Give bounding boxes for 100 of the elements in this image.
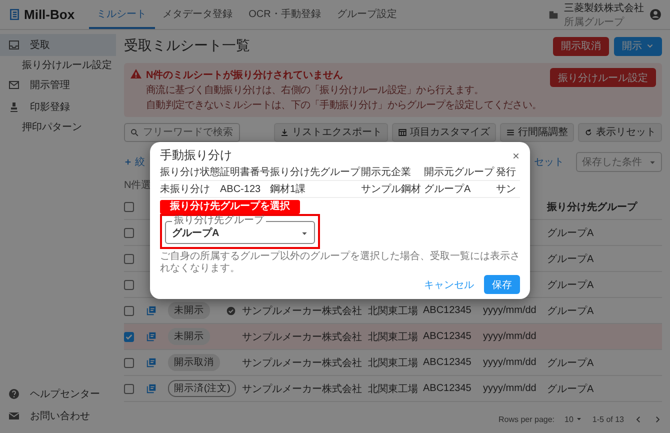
toolbar-button[interactable]: 表示リセット [578, 122, 662, 142]
disclose-button[interactable]: 開示 [614, 36, 662, 56]
cancel-disclosure-button[interactable]: 開示取消 [553, 36, 609, 56]
column-header: 振り分け先グループ [547, 200, 637, 214]
annotation-label: 振り分け先グループを選択 [160, 200, 300, 214]
table-cell-text: 北関東工場 [368, 382, 419, 396]
table-cell-text: yyyy/mm/dd [483, 305, 538, 316]
row-checkbox[interactable] [124, 228, 134, 238]
sidebar-item[interactable]: 印影登録 [0, 96, 116, 118]
rows-per-page-label: Rows per page: [498, 414, 555, 424]
help-icon [8, 388, 20, 400]
status-chip: 未開示 [168, 302, 210, 319]
table-cell-text: サンプルメーカー株式会社 [242, 304, 363, 318]
company-name: 三菱製鉄株式会社 [564, 2, 644, 14]
plus-icon [124, 158, 132, 166]
list-icon [506, 128, 515, 136]
building-icon [548, 9, 559, 20]
table-cell-text: グループA [547, 356, 595, 370]
table-cell-text: 北関東工場 [368, 304, 419, 318]
table-cell-text: グループA [547, 278, 595, 292]
table-cell-text: ABC12345 [423, 383, 472, 394]
table-cell-text: 北関東工場 [368, 356, 419, 370]
table-cell-text: グループA [547, 252, 595, 266]
page-range: 1-5 of 13 [592, 414, 624, 424]
selection-count: N件選 [124, 179, 152, 192]
column-header: 証明書番号 [220, 166, 270, 179]
row-checkbox[interactable] [124, 332, 134, 342]
app-logo: Mill-Box [8, 7, 75, 22]
toolbar-button[interactable]: 項目カスタマイズ [392, 122, 496, 142]
next-page-icon[interactable] [653, 414, 662, 424]
warning-text: 商流に基づく自動振り分けは、右側の「振り分けルール設定」から行えます。 [146, 84, 484, 97]
status-chip: 未開示 [168, 328, 210, 345]
row-checkbox[interactable] [124, 358, 134, 368]
table-cell-text: グループA [547, 226, 595, 240]
table-cell-text: yyyy/mm/dd [483, 357, 538, 368]
toolbar-button[interactable]: リストエクスポート [274, 122, 388, 142]
save-button[interactable]: 保存 [484, 275, 520, 294]
previous-page-icon[interactable] [634, 414, 643, 424]
add-filter-link[interactable]: 絞 [124, 155, 145, 169]
sidebar-subitem[interactable]: 振り分けルール設定 [0, 56, 116, 74]
table-cell-text: グループA [547, 382, 595, 396]
nav-tab[interactable]: OCR・手動登録 [240, 0, 329, 29]
nav-tab[interactable]: グループ設定 [328, 0, 405, 29]
rule-settings-button[interactable]: 振り分けルール設定 [550, 68, 656, 87]
table-icon [398, 128, 407, 136]
warning-text: 自動判定できないミルシートは、下の「手動振り分け」からグループを設定してください。 [146, 98, 542, 112]
reset-link[interactable]: セット [534, 155, 564, 169]
mail-icon [8, 79, 20, 91]
column-header: 振り分け先グループ [270, 166, 361, 179]
table-cell-text: サンプル鋼材 [361, 182, 422, 196]
column-header: 振り分け状態 [160, 166, 220, 179]
table-cell-text: ABC12345 [423, 331, 472, 342]
sidebar-item[interactable]: ヘルプセンター [0, 383, 116, 405]
table-cell-text: グループA [424, 182, 472, 196]
group-select[interactable]: 振り分け先グループ グループA [165, 216, 315, 244]
nav-tab[interactable]: ミルシート [88, 0, 155, 29]
download-icon [280, 128, 289, 136]
document-icon[interactable] [146, 383, 157, 394]
sidebar-item[interactable]: お問い合わせ [0, 405, 116, 427]
search-icon [130, 128, 139, 136]
refresh-icon [584, 128, 593, 136]
table-cell-text: サン [496, 183, 517, 196]
column-header: 発行 [496, 166, 517, 179]
account-icon[interactable] [649, 8, 662, 21]
warning-title: N件のミルシートが振り分けされていません [146, 68, 344, 82]
caret-icon [649, 158, 656, 166]
document-icon[interactable] [146, 305, 157, 316]
nav-tab[interactable]: メタデータ登録 [154, 0, 241, 29]
mail-icon [8, 410, 20, 422]
table-cell-text: サンプルメーカー株式会社 [242, 356, 363, 370]
sidebar-item[interactable]: 受取 [0, 34, 116, 56]
chevron-down-icon [646, 42, 654, 50]
row-checkbox[interactable] [124, 306, 134, 316]
saved-conditions-select[interactable]: 保存した条件 [576, 152, 662, 172]
table-cell-text: 鋼材1課 [270, 182, 307, 196]
sidebar-subitem[interactable]: 押印パターン [0, 118, 116, 136]
document-icon[interactable] [146, 357, 157, 368]
table-cell-text: yyyy/mm/dd [483, 383, 538, 394]
table-cell-text: ABC-123 [220, 184, 262, 194]
search-field[interactable]: フリーワードで検索 [124, 122, 240, 142]
close-button[interactable] [512, 152, 520, 160]
row-checkbox[interactable] [124, 254, 134, 264]
dialog-title: 手動振り分け [160, 147, 232, 164]
document-icon[interactable] [146, 331, 157, 342]
caret-icon [301, 230, 308, 236]
row-checkbox[interactable] [124, 384, 134, 394]
table-cell-text: 未振り分け [160, 182, 211, 196]
table-cell-text: yyyy/mm/dd [483, 331, 538, 342]
stamp-icon [8, 101, 20, 113]
cancel-button[interactable]: キャンセル [424, 278, 474, 292]
helper-text: ご自身の所属するグループ以外のグループを選択した場合、受取一覧には表示されなくなります。 [160, 251, 520, 274]
rows-per-page-select[interactable]: 10 [564, 414, 582, 424]
row-checkbox[interactable] [124, 280, 134, 290]
toolbar-button[interactable]: 行間隔調整 [500, 122, 574, 142]
sidebar-item[interactable]: 開示管理 [0, 74, 116, 96]
caret-icon [576, 416, 582, 422]
logo-icon [8, 8, 21, 21]
select-all-checkbox[interactable] [124, 202, 134, 212]
table-cell-text: 北関東工場 [368, 330, 419, 344]
status-chip: 開示取消 [168, 354, 220, 371]
